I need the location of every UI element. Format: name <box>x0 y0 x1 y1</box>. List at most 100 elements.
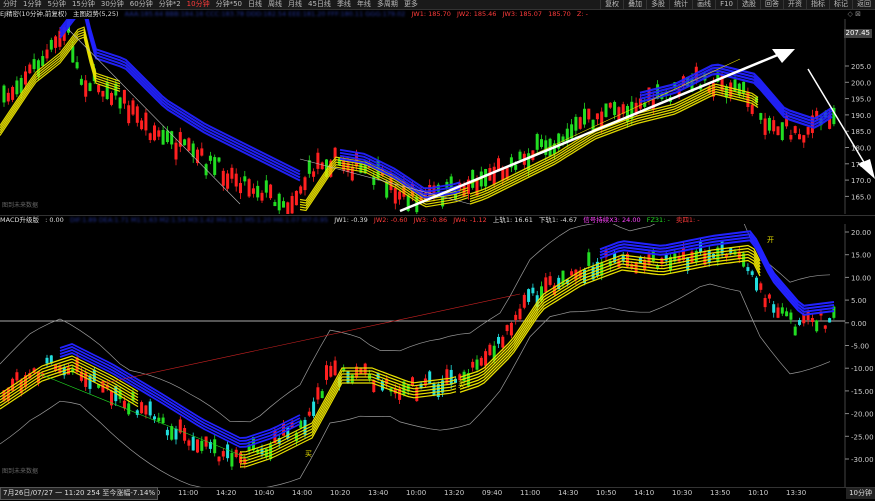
toolbar-button[interactable]: 叠加 <box>623 0 646 9</box>
candle-body <box>247 179 251 197</box>
candle-body <box>798 134 801 140</box>
jw3-value: JW3: 185.07 <box>502 10 542 18</box>
candle-body <box>187 138 191 151</box>
macd-candle-body <box>191 436 195 451</box>
indicator-name[interactable]: 主图趋势(5,25) <box>73 10 119 18</box>
period-indicator[interactable]: 10分钟 <box>846 488 875 499</box>
main-candlestick-chart[interactable]: 205.0200.0195.0190.0185.0180.0175.0170.0… <box>0 19 875 214</box>
time-tick-label: 13:30 <box>786 489 807 497</box>
candle-body <box>350 166 354 181</box>
time-tick-label: 10:50 <box>596 489 617 497</box>
macd-yellow-line <box>459 256 761 390</box>
candle-body <box>303 177 307 191</box>
candle-body <box>161 130 165 145</box>
candle-body <box>49 39 53 50</box>
toolbar-button[interactable]: 画线 <box>692 0 715 9</box>
candle-body <box>11 86 15 100</box>
sub-jw4-value: JW4: -1.12 <box>453 216 487 224</box>
period-tab[interactable]: 季线 <box>334 0 354 9</box>
toolbar-button[interactable]: 回答 <box>760 0 783 9</box>
period-tab[interactable]: 分钟*2 <box>156 0 184 9</box>
candle-body <box>574 116 578 131</box>
sub-indicator-title[interactable]: MACD升级版 <box>0 216 39 224</box>
toolbar-button[interactable]: 开资 <box>783 0 806 9</box>
macd-candle-body <box>135 410 139 415</box>
candle-body <box>41 56 45 66</box>
candle-body <box>540 139 543 147</box>
main-indicator-infobar: EJ精密(10分钟,前复权) 主图趋势(5,25) AAA:185.64 BBB… <box>0 10 875 19</box>
period-tab[interactable]: 月线 <box>285 0 305 9</box>
candle-body <box>97 84 101 93</box>
candle-body <box>122 89 126 104</box>
candle-body <box>789 134 793 140</box>
toolbar-button[interactable]: 选股 <box>737 0 760 9</box>
period-tab[interactable]: 多周期 <box>374 0 401 9</box>
toolbar-button[interactable]: 返回 <box>852 0 875 9</box>
macd-tick-label: -25.00 <box>851 433 874 441</box>
candle-body <box>793 126 797 133</box>
candle-body <box>2 85 6 103</box>
toolbar-button[interactable]: 复权 <box>600 0 623 9</box>
candle-body <box>165 130 169 143</box>
period-tab[interactable]: 10分钟 <box>184 0 213 9</box>
macd-indicator-chart[interactable]: 20.00 15.00 10.00 5.00 0.00 -5.00 -10.00 -15.00… <box>0 224 875 487</box>
macd-tick-label: 15.00 <box>851 252 871 260</box>
candle-body <box>492 166 496 185</box>
macd-candle-body <box>153 416 156 420</box>
macd-candle-body <box>647 254 651 265</box>
period-tab[interactable]: 5分钟 <box>44 0 68 9</box>
macd-candle-body <box>479 357 483 366</box>
period-tab[interactable]: 45日线 <box>305 0 334 9</box>
toolbar-button[interactable]: 指标 <box>806 0 829 9</box>
period-tab[interactable]: 分钟*50 <box>213 0 245 9</box>
macd-candle-body <box>810 318 814 323</box>
upper-band-value: 上轨1: 16.61 <box>492 216 533 224</box>
jw-extra-value: 185.70 <box>548 10 571 18</box>
candle-body <box>174 142 178 160</box>
period-tab[interactable]: 分时 <box>0 0 20 9</box>
macd-candle-body <box>759 283 763 290</box>
candle-body <box>226 173 230 189</box>
candle-body <box>471 169 475 188</box>
candle-body <box>398 191 402 200</box>
period-tab[interactable]: 周线 <box>265 0 285 9</box>
time-tick-label: 11:00 <box>178 489 199 497</box>
candle-body <box>208 155 212 161</box>
macd-candle-body <box>329 365 333 377</box>
candle-body <box>19 77 23 94</box>
period-tab[interactable]: 日线 <box>245 0 265 9</box>
candle-body <box>806 127 810 135</box>
signal-value: 信号持续X3: 24.00 <box>583 216 641 224</box>
period-tab[interactable]: 15分钟 <box>69 0 98 9</box>
macd-candle-body <box>196 439 199 453</box>
price-tick-label: 165.0 <box>851 193 871 201</box>
collapse-icon[interactable]: ◇ ⊠ <box>848 10 861 18</box>
toolbar-button[interactable]: 统计 <box>669 0 692 9</box>
candle-body <box>6 92 10 102</box>
candle-body <box>140 120 144 130</box>
macd-candle-body <box>802 314 806 324</box>
candle-body <box>269 184 273 199</box>
sub-jw3-value: JW3: -0.86 <box>413 216 448 224</box>
macd-candle-body <box>497 336 500 344</box>
period-tab[interactable]: 更多 <box>401 0 421 9</box>
macd-candle-body <box>170 426 174 440</box>
candle-body <box>157 130 161 137</box>
sub-indicator-values: DIF:1.89 DEA:1.71 M1:1.63 M2:1.54 M3:1.4… <box>69 216 329 224</box>
price-tick-label: 205.0 <box>851 63 871 71</box>
toolbar-button[interactable]: 多股 <box>646 0 669 9</box>
sub-jw1-value: JW1: -0.39 <box>334 216 368 224</box>
jw1-value: JW1: 185.70 <box>411 10 451 18</box>
toolbar-button[interactable]: F10 <box>715 0 737 9</box>
period-tab[interactable]: 30分钟 <box>98 0 127 9</box>
macd-tick-label: 0.00 <box>851 320 867 328</box>
toolbar-button[interactable]: 标记 <box>829 0 852 9</box>
candle-body <box>239 182 242 194</box>
period-tab[interactable]: 60分钟 <box>127 0 156 9</box>
period-tab[interactable]: 年线 <box>354 0 374 9</box>
macd-candle-body <box>823 325 827 329</box>
candle-body <box>591 119 595 130</box>
macd-candle-body <box>187 440 191 446</box>
macd-tick-label: 5.00 <box>851 297 867 305</box>
period-tab[interactable]: 1分钟 <box>20 0 44 9</box>
